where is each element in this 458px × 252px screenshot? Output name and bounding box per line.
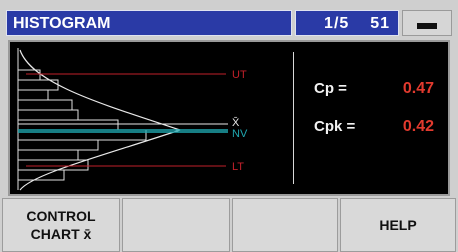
control-chart-label-line1: CONTROL [26, 208, 96, 224]
page-title: HISTOGRAM [6, 10, 292, 36]
panel-divider [293, 52, 294, 184]
histogram-bar [17, 159, 89, 171]
cp-label: Cp = [314, 80, 347, 97]
nv-label: NV [232, 128, 248, 140]
histogram-bar [17, 109, 79, 121]
page-indicator: 1/5 51 [295, 10, 399, 36]
sample-count: 51 [370, 15, 390, 32]
ut-label: UT [232, 69, 247, 81]
softkey-3[interactable] [232, 198, 338, 252]
cp-value: 0.47 [402, 80, 434, 97]
control-chart-label-line2: CHART x̄ [30, 226, 92, 242]
histogram-panel: UT X̄ NV LT Cp = 0.47 Cpk = 0.42 [8, 40, 450, 196]
help-button[interactable]: HELP [340, 198, 456, 252]
histogram-bar [17, 149, 79, 161]
histogram-bars [17, 69, 147, 181]
histogram-screen: HISTOGRAM 1/5 51 UT X̄ NV LT Cp = 0.47 C… [0, 0, 458, 252]
page-number: 1/5 [324, 15, 350, 32]
histogram-bar [17, 139, 99, 151]
cpk-label: Cpk = [314, 118, 356, 135]
histogram-bar [17, 119, 119, 131]
cpk-value: 0.42 [402, 118, 434, 135]
title-bar: HISTOGRAM 1/5 51 [6, 10, 452, 36]
histogram-bar [17, 99, 73, 111]
histogram-bar [17, 169, 65, 181]
softkey-bar: CONTROL CHART x̄ HELP [0, 198, 458, 252]
histogram-chart: UT X̄ NV LT [17, 48, 248, 191]
softkey-2[interactable] [122, 198, 230, 252]
minimize-bar-icon [417, 23, 437, 29]
control-chart-button[interactable]: CONTROL CHART x̄ [2, 198, 120, 252]
menu-button[interactable] [402, 10, 452, 36]
histogram-bar [17, 89, 49, 101]
lt-label: LT [232, 161, 244, 173]
